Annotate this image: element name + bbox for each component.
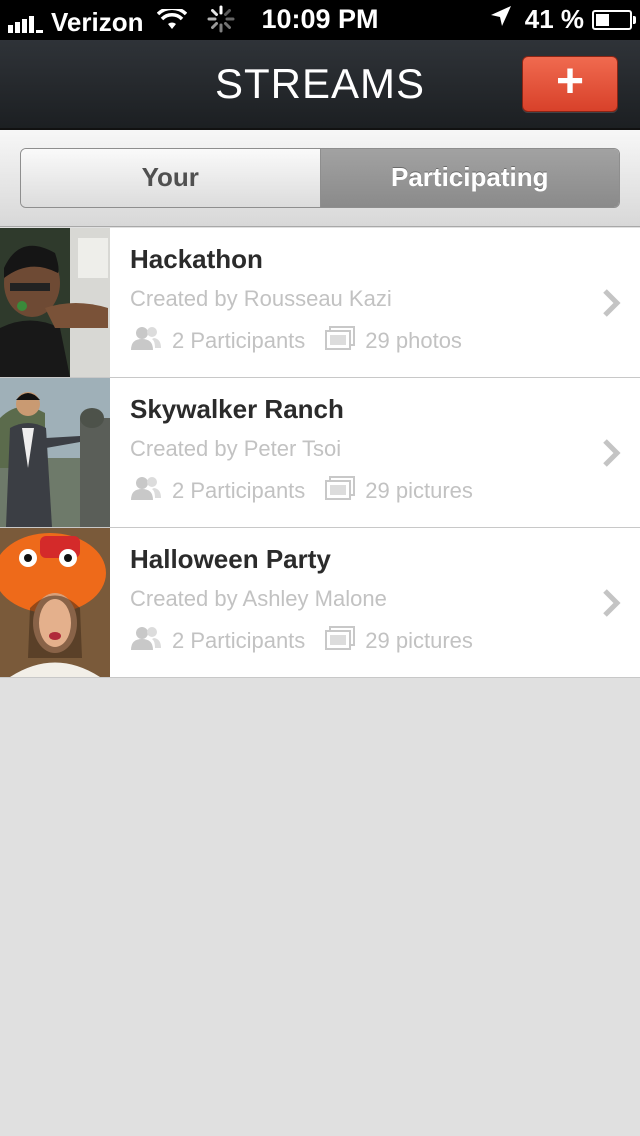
stream-title: Skywalker Ranch bbox=[130, 394, 344, 424]
battery-level bbox=[596, 13, 609, 26]
chevron-right-icon bbox=[602, 438, 622, 473]
stream-row[interactable]: Skywalker Ranch Created by Peter Tsoi 2 … bbox=[0, 378, 640, 528]
stream-thumbnail bbox=[0, 378, 110, 527]
segmented-control: Your Participating bbox=[20, 148, 620, 208]
stream-list: Hackathon Created by Rousseau Kazi 2 Par… bbox=[0, 228, 640, 678]
segment-bar: Your Participating bbox=[0, 130, 640, 227]
add-stream-button[interactable]: + bbox=[522, 56, 618, 112]
stream-thumbnail bbox=[0, 228, 110, 377]
participants-icon bbox=[130, 476, 162, 506]
stream-meta: 2 Participants 29 pictures bbox=[130, 626, 473, 656]
participants-count: 2 Participants bbox=[172, 478, 306, 503]
media-count: 29 pictures bbox=[365, 478, 473, 503]
stream-title: Halloween Party bbox=[130, 544, 331, 574]
stream-meta: 2 Participants 29 photos bbox=[130, 326, 462, 356]
status-right: 41 % bbox=[489, 4, 636, 35]
photos-icon bbox=[325, 476, 356, 506]
status-bar: Verizon 10:09 PM 41 % bbox=[0, 0, 640, 40]
battery-icon bbox=[592, 9, 636, 30]
chevron-right-icon bbox=[602, 588, 622, 623]
segment-your[interactable]: Your bbox=[21, 149, 321, 207]
media-count: 29 pictures bbox=[365, 628, 473, 653]
stream-meta: 2 Participants 29 pictures bbox=[130, 476, 473, 506]
stream-creator: Created by Peter Tsoi bbox=[130, 436, 342, 461]
battery-percent: 41 % bbox=[524, 4, 584, 34]
participants-icon bbox=[130, 626, 162, 656]
participants-icon bbox=[130, 326, 162, 356]
stream-title: Hackathon bbox=[130, 244, 263, 274]
stream-creator: Created by Rousseau Kazi bbox=[130, 286, 392, 311]
participants-count: 2 Participants bbox=[172, 328, 306, 353]
segment-participating[interactable]: Participating bbox=[320, 149, 619, 207]
location-arrow-icon bbox=[489, 4, 513, 35]
stream-creator: Created by Ashley Malone bbox=[130, 586, 387, 611]
participants-count: 2 Participants bbox=[172, 628, 306, 653]
chevron-right-icon bbox=[602, 288, 622, 323]
media-count: 29 photos bbox=[365, 328, 462, 353]
stream-row[interactable]: Hackathon Created by Rousseau Kazi 2 Par… bbox=[0, 228, 640, 378]
stream-thumbnail bbox=[0, 528, 110, 677]
photos-icon bbox=[325, 326, 356, 356]
navigation-bar: STREAMS + bbox=[0, 40, 640, 130]
photos-icon bbox=[325, 626, 356, 656]
stream-row[interactable]: Halloween Party Created by Ashley Malone… bbox=[0, 528, 640, 678]
